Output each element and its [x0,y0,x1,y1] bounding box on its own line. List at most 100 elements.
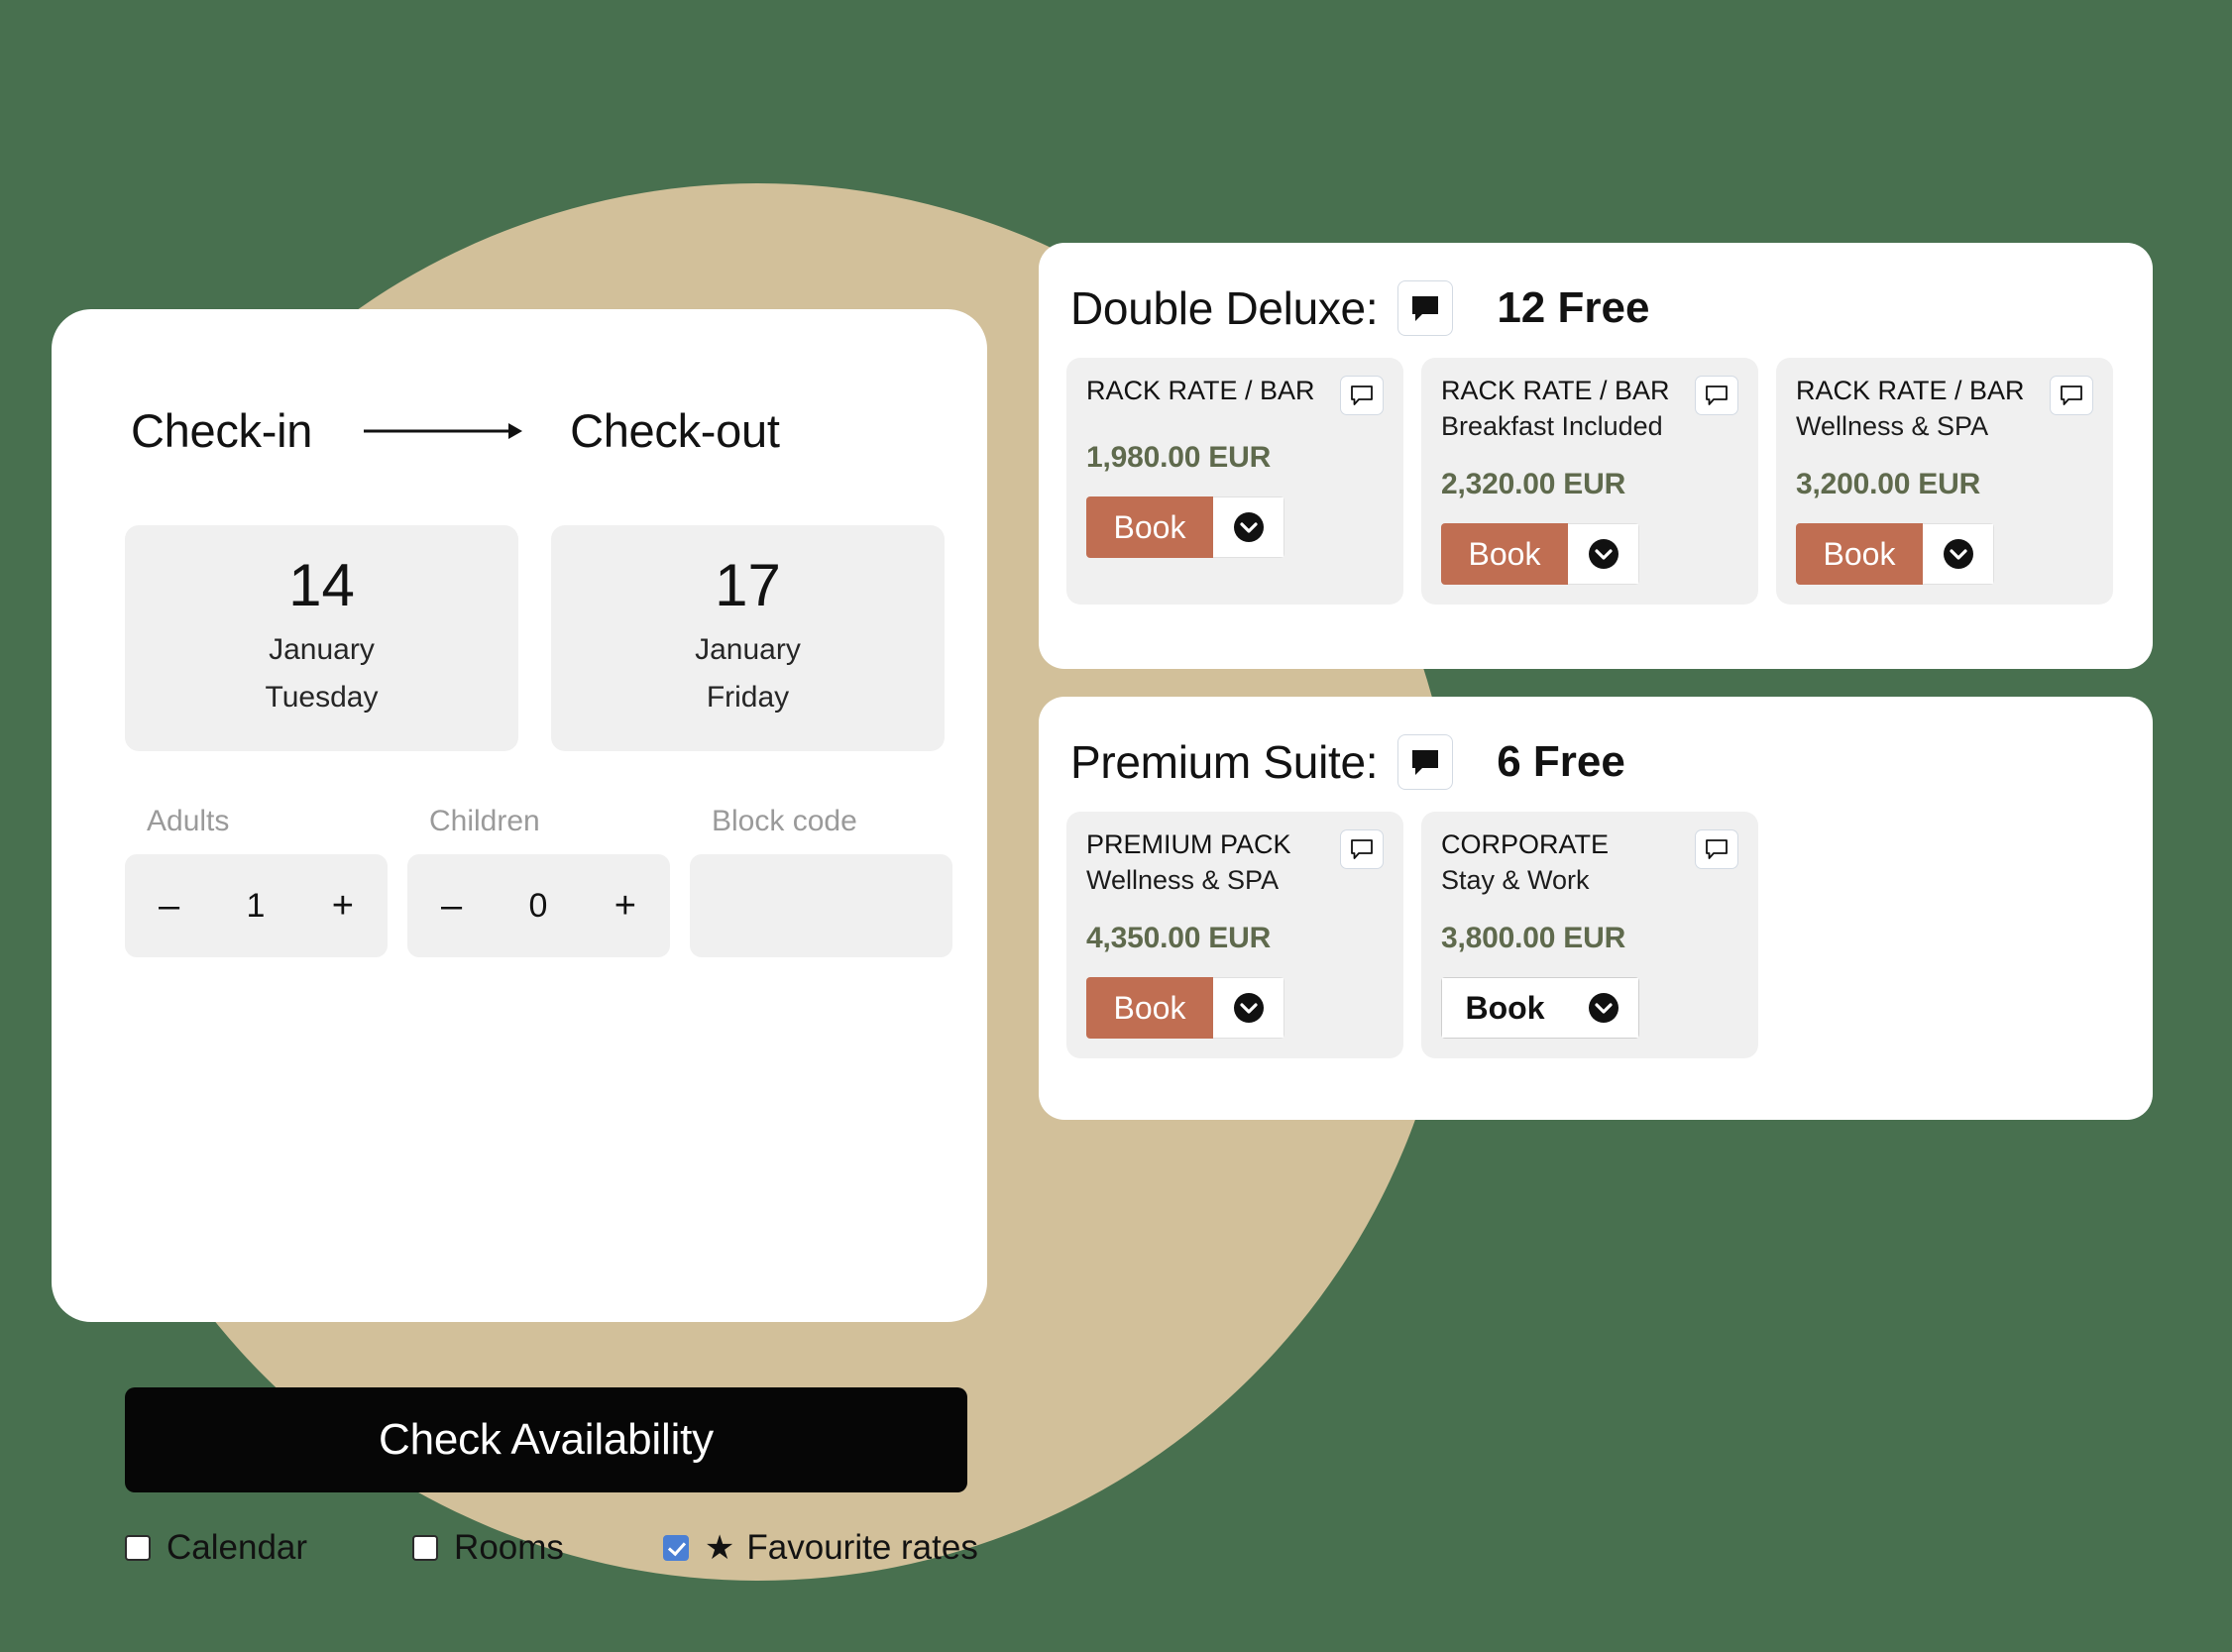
favourite-rates-option-label: Favourite rates [746,1528,978,1567]
date-boxes: 14 January Tuesday 17 January Friday [125,525,945,751]
option-favourite-rates[interactable]: ★ Favourite rates [662,1528,978,1568]
availability-count: 6 Free [1497,737,1625,786]
rate-subtitle: Breakfast Included [1441,410,1663,441]
adults-increment-button[interactable]: + [326,887,360,925]
comment-outline-icon[interactable] [1695,376,1738,415]
book-button-group: Book [1441,523,1639,586]
rate-subtitle: Wellness & SPA [1086,864,1280,895]
checkout-label: Check-out [570,404,780,457]
children-decrement-button[interactable]: – [435,887,468,925]
adults-decrement-button[interactable]: – [153,887,185,925]
guest-fields: Adults – 1 + Children – 0 + Block code [125,805,952,957]
rate-price: 3,800.00 EUR [1441,922,1626,955]
children-increment-button[interactable]: + [609,887,642,925]
favourite-rates-checkbox[interactable] [662,1535,689,1561]
rate-price: 3,200.00 EUR [1796,468,1981,501]
children-value: 0 [528,886,548,925]
rate-card-header: CORPORATE Stay & Work [1441,829,1738,896]
arrow-right-icon [364,420,523,442]
block-code-input[interactable] [690,854,952,957]
rate-card-header: RACK RATE / BAR Wellness & SPA [1796,376,2093,442]
room-panel-premium-suite: Premium Suite: 6 Free PREMIUM PACK Welln… [1039,697,2153,1120]
rate-subtitle: Stay & Work [1441,864,1590,895]
availability-count: 12 Free [1497,283,1650,332]
rate-price: 1,980.00 EUR [1086,441,1272,474]
children-label: Children [429,805,540,837]
rate-name: RACK RATE / BAR [1441,376,1670,405]
rate-name: CORPORATE [1441,829,1610,859]
rate-names: CORPORATE Stay & Work [1441,829,1617,896]
adults-value: 1 [246,886,266,925]
rate-name: RACK RATE / BAR [1796,376,2025,405]
rate-names: PREMIUM PACK Wellness & SPA [1086,829,1299,896]
rate-card: RACK RATE / BAR Wellness & SPA 3,200.00 … [1776,358,2113,606]
chevron-down-circle-icon[interactable] [1923,523,1994,586]
rooms-checkbox[interactable] [412,1535,439,1561]
checkout-weekday: Friday [706,681,790,714]
checkout-day: 17 [715,552,781,618]
rate-card: CORPORATE Stay & Work 3,800.00 EUR Book [1421,812,1758,1058]
checkout-date-box[interactable]: 17 January Friday [551,525,945,751]
availability-search-card: Check-in Check-out 14 January Tuesday 17… [52,309,987,1567]
comment-filled-icon[interactable] [1397,280,1454,336]
comment-outline-icon[interactable] [2050,376,2093,415]
rate-card: RACK RATE / BAR Breakfast Included 2,320… [1421,358,1758,606]
adults-field: Adults – 1 + [125,805,388,957]
block-code-label: Block code [712,805,857,837]
adults-stepper[interactable]: – 1 + [125,854,388,957]
book-button-group: Book [1086,977,1284,1040]
comment-outline-icon[interactable] [1340,829,1384,869]
rate-name: RACK RATE / BAR [1086,376,1315,405]
children-stepper[interactable]: – 0 + [407,854,670,957]
calendar-checkbox[interactable] [125,1535,151,1561]
checkin-weekday: Tuesday [265,681,379,714]
room-type-title: Premium Suite: [1070,736,1379,788]
check-availability-button[interactable]: Check Availability [125,1387,967,1492]
rate-card-header: RACK RATE / BAR Breakfast Included [1441,376,1738,442]
option-calendar[interactable]: Calendar [125,1528,307,1568]
rate-cards-row: PREMIUM PACK Wellness & SPA 4,350.00 EUR… [1039,790,2153,1058]
rate-card: PREMIUM PACK Wellness & SPA 4,350.00 EUR… [1066,812,1403,1058]
adults-label: Adults [147,805,230,837]
checkin-date-box[interactable]: 14 January Tuesday [125,525,518,751]
rate-price: 2,320.00 EUR [1441,468,1626,501]
chevron-down-circle-icon[interactable] [1213,496,1284,558]
book-button-group: Book [1441,977,1639,1040]
chevron-down-circle-icon[interactable] [1213,977,1284,1040]
checkin-day: 14 [288,552,355,618]
rate-names: RACK RATE / BAR [1086,376,1323,407]
room-type-title: Double Deluxe: [1070,282,1379,334]
book-button[interactable]: Book [1086,496,1213,558]
block-code-field: Block code [690,805,952,957]
rate-names: RACK RATE / BAR Wellness & SPA [1796,376,2033,442]
calendar-option-label: Calendar [167,1528,308,1567]
rate-card-header: RACK RATE / BAR [1086,376,1384,415]
book-button-group: Book [1086,496,1284,558]
book-button[interactable]: Book [1441,977,1568,1040]
checkin-month: January [269,633,375,666]
room-panel-double-deluxe: Double Deluxe: 12 Free RACK RATE / BAR 1… [1039,243,2153,669]
comment-outline-icon[interactable] [1695,829,1738,869]
book-button[interactable]: Book [1796,523,1923,586]
chevron-down-circle-icon[interactable] [1568,977,1639,1040]
comment-outline-icon[interactable] [1340,376,1384,415]
book-button-group: Book [1796,523,1994,586]
rate-name: PREMIUM PACK [1086,829,1291,859]
checkin-label: Check-in [131,404,313,457]
rate-price: 4,350.00 EUR [1086,922,1272,955]
panel-header: Double Deluxe: 12 Free [1039,243,2153,336]
panel-header: Premium Suite: 6 Free [1039,697,2153,790]
comment-filled-icon[interactable] [1397,734,1454,790]
rate-cards-row: RACK RATE / BAR 1,980.00 EUR Book RACK R… [1039,336,2153,606]
children-field: Children – 0 + [407,805,670,957]
dates-header: Check-in Check-out [131,403,914,458]
rate-card-header: PREMIUM PACK Wellness & SPA [1086,829,1384,896]
book-button[interactable]: Book [1086,977,1213,1040]
rate-card: RACK RATE / BAR 1,980.00 EUR Book [1066,358,1403,606]
book-button[interactable]: Book [1441,523,1568,586]
checkout-month: January [695,633,801,666]
chevron-down-circle-icon[interactable] [1568,523,1639,586]
option-rooms[interactable]: Rooms [412,1528,564,1568]
search-options-row: Calendar Rooms ★ Favourite rates [125,1528,987,1568]
star-icon: ★ [704,1529,735,1567]
